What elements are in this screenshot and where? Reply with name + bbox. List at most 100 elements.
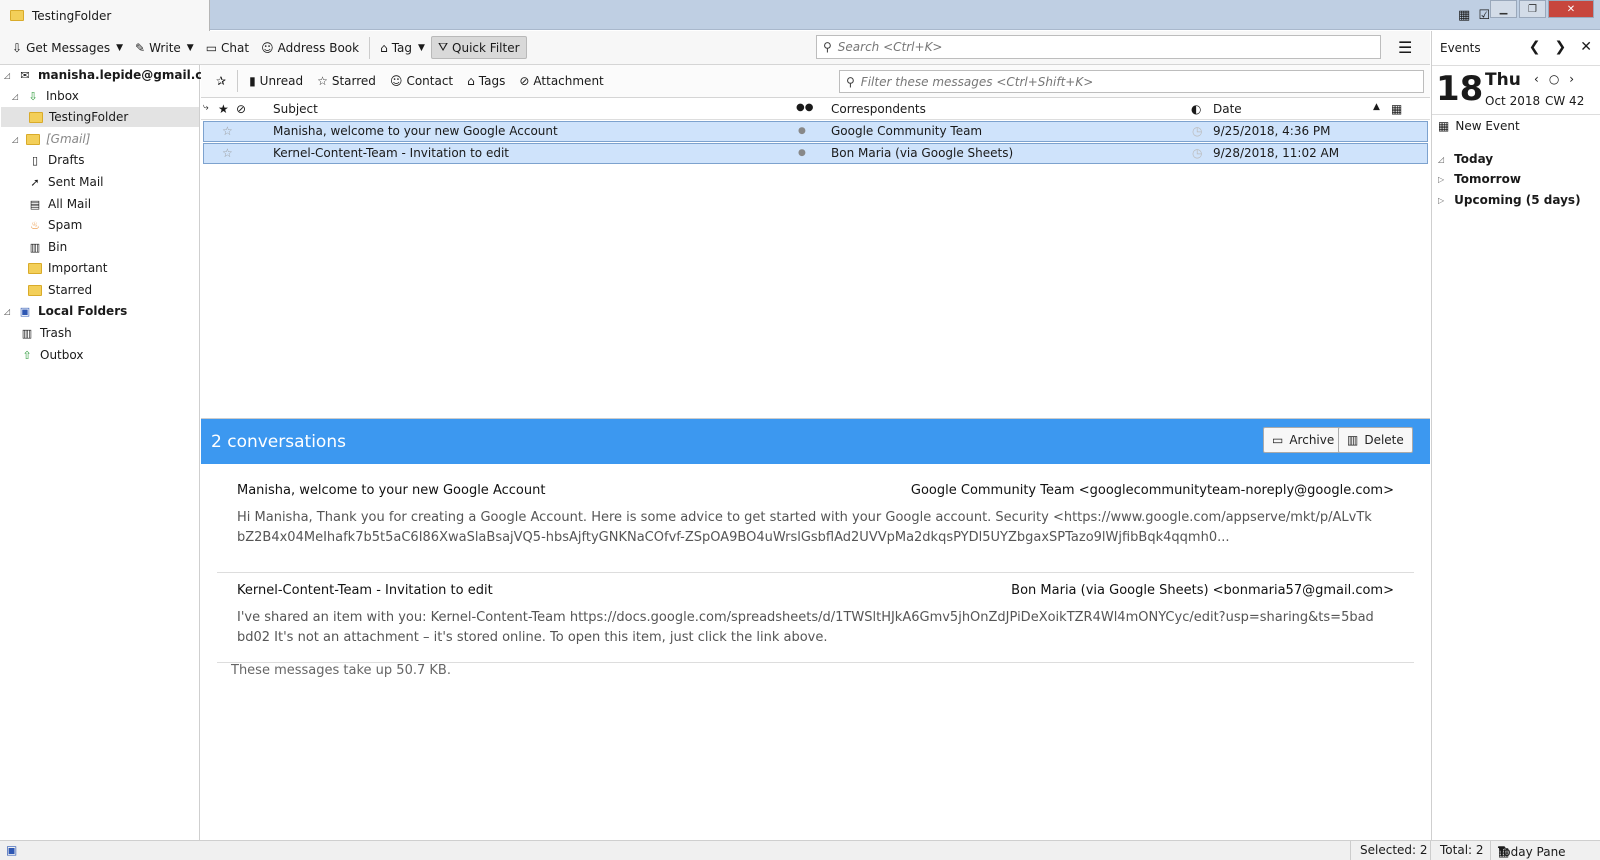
folder-pane: ◿ ✉ manisha.lepide@gmail.com ◿ ⇩ Inbox T…: [0, 65, 223, 840]
folder-drafts[interactable]: ▯ Drafts: [28, 150, 85, 170]
inbox-icon: ⇩: [28, 89, 38, 103]
pin-icon: ✰: [216, 74, 227, 88]
column-subject[interactable]: Subject: [273, 102, 318, 116]
close-icon[interactable]: ✕: [1548, 0, 1594, 18]
archive-button[interactable]: ▭ Archive: [1263, 427, 1344, 453]
thread-pane: ✰ ▮ Unread ☆ Starred ☺ Contact ⌂ Tags ⊘ …: [201, 65, 1430, 840]
toolbar-separator: [369, 36, 371, 59]
address-book-button[interactable]: ☺ Address Book: [255, 38, 365, 58]
agenda-today[interactable]: ◿ Today: [1438, 149, 1493, 169]
write-button[interactable]: ✎ Write ▼: [129, 38, 200, 58]
tag-icon: ⌂: [380, 40, 388, 55]
folder-tab[interactable]: TestingFolder: [0, 0, 210, 31]
folder-starred[interactable]: Starred: [28, 280, 92, 300]
collapse-icon[interactable]: ◿: [4, 71, 12, 80]
folder-important[interactable]: Important: [28, 258, 108, 278]
expand-icon[interactable]: ▷: [1438, 196, 1444, 205]
filter-starred-button[interactable]: ☆ Starred: [310, 74, 383, 88]
filter-contact-button[interactable]: ☺ Contact: [383, 74, 460, 88]
star-icon[interactable]: ☆: [222, 124, 233, 138]
unread-label: Unread: [259, 74, 304, 88]
read-dot-icon[interactable]: ●: [798, 126, 806, 136]
junk-icon[interactable]: ◷: [1192, 146, 1202, 160]
folder-outbox[interactable]: ⇧ Outbox: [20, 345, 83, 365]
search-input[interactable]: ⚲ Search <Ctrl+K>: [816, 35, 1381, 59]
calendar-icon[interactable]: ▦: [1458, 8, 1470, 23]
read-dot-icon[interactable]: ●: [798, 148, 806, 158]
tag-button[interactable]: ⌂ Tag ▼: [374, 38, 431, 58]
folder-inbox[interactable]: ◿ ⇩ Inbox: [12, 86, 79, 106]
folder-gmail[interactable]: ◿ [Gmail]: [12, 129, 90, 149]
get-messages-button[interactable]: ⇩ Get Messages ▼: [6, 38, 129, 58]
minimize-icon[interactable]: ▁: [1490, 0, 1517, 18]
next-day-icon[interactable]: ›: [1569, 72, 1584, 86]
collapse-icon[interactable]: ◿: [4, 307, 12, 316]
app-menu-icon[interactable]: ☰: [1398, 38, 1412, 57]
summary-header: 2 conversations: [201, 419, 1430, 464]
summary-subject[interactable]: Kernel-Content-Team - Invitation to edit: [237, 583, 493, 598]
local-folders-label: Local Folders: [38, 304, 128, 318]
message-row[interactable]: ☆ Kernel-Content-Team - Invitation to ed…: [203, 143, 1428, 164]
expand-icon[interactable]: ▷: [1438, 175, 1444, 184]
agenda-tomorrow[interactable]: ▷ Tomorrow: [1438, 169, 1521, 189]
summary-item[interactable]: Kernel-Content-Team - Invitation to edit…: [217, 573, 1414, 663]
thread-column-icon[interactable]: ⤷: [203, 102, 209, 113]
filter-messages-input[interactable]: ⚲ Filter these messages <Ctrl+Shift+K>: [839, 70, 1424, 93]
junk-icon[interactable]: ◷: [1192, 124, 1202, 138]
chevron-right-icon[interactable]: ❯: [1555, 39, 1567, 55]
column-picker-icon[interactable]: ▦: [1391, 102, 1402, 116]
contact-label: Contact: [406, 74, 454, 88]
attachment-column-icon[interactable]: ⊘: [236, 102, 246, 116]
delete-button[interactable]: ▥ Delete: [1338, 427, 1413, 453]
chevron-down-icon[interactable]: ▼: [116, 43, 123, 53]
summary-subject[interactable]: Manisha, welcome to your new Google Acco…: [237, 483, 545, 498]
summary-snippet: Hi Manisha, Thank you for creating a Goo…: [237, 510, 1372, 545]
folder-spam[interactable]: ♨ Spam: [28, 215, 82, 235]
outbox-label: Outbox: [40, 348, 84, 362]
sticky-filter-button[interactable]: ✰: [209, 74, 233, 88]
message-row[interactable]: ☆ Manisha, welcome to your new Google Ac…: [203, 121, 1428, 142]
collapse-icon[interactable]: ◿: [1438, 155, 1444, 164]
collapse-icon[interactable]: ◿: [12, 135, 20, 144]
chevron-down-icon[interactable]: ▼: [187, 43, 194, 53]
folder-local-folders[interactable]: ◿ ▣ Local Folders: [4, 301, 127, 321]
today-icon[interactable]: ○: [1549, 72, 1569, 86]
agenda-upcoming[interactable]: ▷ Upcoming (5 days): [1438, 190, 1581, 210]
bin-label: Bin: [48, 240, 68, 254]
filter-unread-button[interactable]: ▮ Unread: [242, 74, 310, 88]
previous-day-icon[interactable]: ‹: [1534, 72, 1549, 86]
chevron-left-icon[interactable]: ❮: [1529, 39, 1541, 55]
new-event-label: New Event: [1455, 119, 1520, 133]
chat-button[interactable]: ▭ Chat: [200, 38, 255, 58]
close-icon[interactable]: ✕: [1580, 39, 1592, 55]
maximize-icon[interactable]: ❐: [1519, 0, 1546, 18]
folder-account[interactable]: ◿ ✉ manisha.lepide@gmail.com: [4, 65, 223, 85]
folder-sent-mail[interactable]: ➚ Sent Mail: [28, 172, 103, 192]
folder-all-mail[interactable]: ▤ All Mail: [28, 194, 91, 214]
folder-trash[interactable]: ▥ Trash: [20, 323, 72, 343]
column-correspondents[interactable]: Correspondents: [831, 102, 926, 116]
day-nav: ‹○›: [1534, 72, 1584, 86]
person-icon: ☺: [261, 40, 274, 55]
status-separator: [1430, 841, 1431, 860]
filter-tags-button[interactable]: ⌂ Tags: [460, 74, 512, 88]
star-icon[interactable]: ☆: [222, 146, 233, 160]
quick-filter-button[interactable]: ⛛ Quick Filter: [430, 36, 527, 59]
events-label: Events: [1440, 41, 1481, 55]
summary-item[interactable]: Manisha, welcome to your new Google Acco…: [217, 483, 1414, 573]
account-label: manisha.lepide@gmail.com: [38, 68, 224, 82]
outbox-icon: ⇧: [22, 348, 32, 362]
folder-bin[interactable]: ▥ Bin: [28, 237, 67, 257]
star-column-icon[interactable]: ★: [218, 102, 229, 116]
folder-testingfolder[interactable]: TestingFolder: [1, 107, 199, 127]
new-event-button[interactable]: ▦ New Event: [1438, 119, 1520, 133]
tasks-icon[interactable]: ☑: [1478, 8, 1490, 23]
multi-message-summary: 2 conversations ▭ Archive ▥ Delete Manis…: [201, 418, 1430, 840]
online-status-icon[interactable]: ▣: [6, 843, 17, 857]
junk-column-icon[interactable]: ◐: [1191, 102, 1201, 116]
filter-attachment-button[interactable]: ⊘ Attachment: [512, 74, 610, 88]
read-column-icon[interactable]: ●●: [796, 102, 813, 113]
column-date[interactable]: Date: [1213, 102, 1242, 116]
collapse-icon[interactable]: ◿: [12, 92, 20, 101]
folder-icon: [29, 111, 43, 123]
